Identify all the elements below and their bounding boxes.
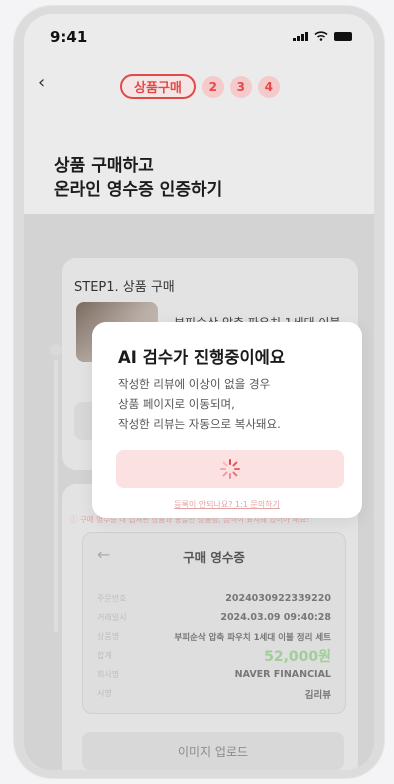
receipt-label: 주문번호 [97,594,127,603]
receipt-row: 상품명 부피순삭 압축 파우치 1세대 이불 정리 세트 [97,627,331,646]
ai-review-modal: AI 검수가 진행중이에요 작성한 리뷰에 이상이 없을 경우 상품 페이지로 … [92,322,362,518]
page-title-line2: 온라인 영수증 인증하기 [54,180,223,200]
progress-track [54,360,58,632]
receipt-label: 합계 [97,651,112,660]
modal-title: AI 검수가 진행중이에요 [118,348,286,367]
receipt-label: 회사명 [97,670,120,679]
step-3: 3 [229,75,252,98]
receipt-value: 김리뷰 [304,689,331,701]
receipt-sample: ← 구매 영수증 주문번호 2024030922339220 거래일시 2024… [82,532,346,714]
receipt-label: 서명 [97,689,112,698]
battery-icon [334,31,352,41]
phone-frame: 9:41 ‹ 상품구매 2 3 4 상품 구매하고 온라인 영수증 인증하기 S… [14,6,384,778]
receipt-value: 2024.03.09 09:40:28 [220,612,331,623]
receipt-row: 회사명 NAVER FINANCIAL [97,665,331,684]
status-icons [293,31,352,41]
receipt-total: 52,000원 [264,648,331,665]
modal-line: 작성한 리뷰에 이상이 없을 경우 [118,377,271,391]
loading-indicator [116,450,344,488]
receipt-row: 거래일시 2024.03.09 09:40:28 [97,608,331,627]
screen: 9:41 ‹ 상품구매 2 3 4 상품 구매하고 온라인 영수증 인증하기 S… [24,14,374,770]
receipt-value: 2024030922339220 [225,593,331,604]
receipt-card: ⓘ 구매 영수증 내 캡쳐된 상품과 동일한 상품명, 금액이 표시돼 있어야 … [62,484,358,770]
page-title: 상품 구매하고 온라인 영수증 인증하기 [54,154,222,202]
status-bar: 9:41 [24,14,374,54]
modal-line: 상품 페이지로 이동되며, [118,397,235,411]
image-upload-button[interactable]: 이미지 업로드 [82,732,344,770]
spinner-icon [220,459,240,479]
wifi-icon [314,31,328,41]
modal-line: 작성한 리뷰는 자동으로 복사돼요. [118,417,281,431]
step-indicator: 상품구매 2 3 4 [120,74,280,99]
status-time: 9:41 [50,28,88,46]
receipt-rows: 주문번호 2024030922339220 거래일시 2024.03.09 09… [97,589,331,703]
receipt-row: 합계 52,000원 [97,646,331,665]
step-4: 4 [257,75,280,98]
receipt-value: NAVER FINANCIAL [234,669,331,680]
progress-knob [50,344,62,356]
receipt-label: 상품명 [97,632,120,641]
receipt-value: 부피순삭 압축 파우치 1세대 이불 정리 세트 [174,632,331,643]
receipt-title: 구매 영수증 [183,550,245,565]
receipt-label: 거래일시 [97,613,127,622]
signal-icon [293,31,308,41]
page-title-line1: 상품 구매하고 [54,156,154,176]
chevron-left-icon[interactable]: ‹ [38,72,45,93]
step1-title: STEP1. 상품 구매 [74,280,175,295]
receipt-row: 주문번호 2024030922339220 [97,589,331,608]
modal-body: 작성한 리뷰에 이상이 없을 경우 상품 페이지로 이동되며, 작성한 리뷰는 … [118,374,281,434]
step-2: 2 [201,75,224,98]
receipt-row: 서명 김리뷰 [97,684,331,703]
step-1-active: 상품구매 [120,74,196,99]
inquiry-link[interactable]: 등록이 안되나요? 1:1 문의하기 [92,499,362,510]
